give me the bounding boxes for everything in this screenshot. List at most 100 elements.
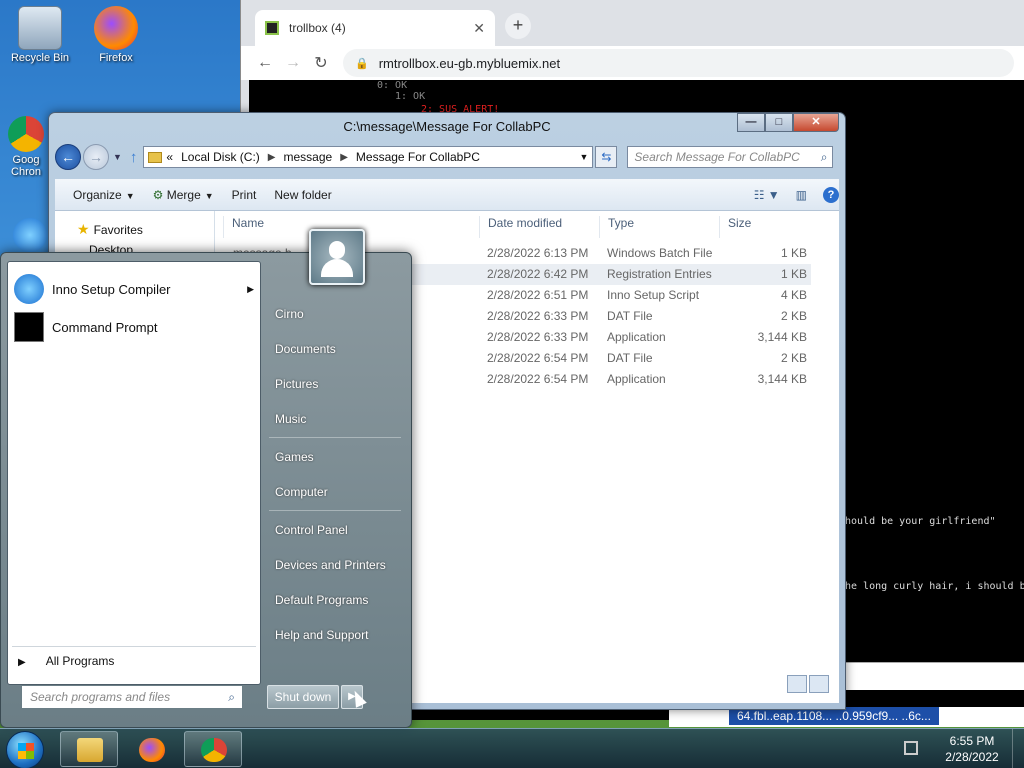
clock-date[interactable]: 2/28/2022	[934, 750, 1010, 764]
address-bar[interactable]: 🔒 rmtrollbox.eu-gb.mybluemix.net	[343, 49, 1014, 77]
taskbar-chrome[interactable]	[184, 731, 242, 767]
tab-trollbox[interactable]: trollbox (4) ✕	[255, 10, 495, 46]
large-icons-view-icon[interactable]	[809, 675, 829, 693]
recent-pages-dropdown-icon[interactable]: ▼	[113, 152, 122, 162]
view-toggle-group	[785, 675, 829, 693]
start-link-default-programs[interactable]: Default Programs	[275, 593, 368, 607]
start-menu: Inno Setup Compiler ▶ Command Prompt ▶ Al…	[0, 229, 412, 728]
start-link-games[interactable]: Games	[275, 450, 314, 464]
inno-setup-icon	[14, 274, 44, 304]
start-link-cirno[interactable]: Cirno	[275, 307, 304, 321]
views-icon[interactable]: ☷ ▼	[754, 188, 780, 202]
desktop-icon-ie[interactable]	[10, 218, 50, 254]
breadcrumb-overflow[interactable]: «	[166, 150, 173, 164]
explorer-title: C:\message\Message For CollabPC	[343, 119, 551, 134]
chat-status-bar: 64.fbl..eap.1108... ..0.959cf9... ..6c..…	[669, 707, 1024, 727]
search-placeholder: Search Message For CollabPC	[634, 150, 800, 164]
explorer-address-bar[interactable]: « Local Disk (C:) ▶ message ▶ Message Fo…	[143, 146, 594, 168]
maximize-button[interactable]: □	[765, 113, 793, 132]
details-view-icon[interactable]	[787, 675, 807, 693]
start-link-help-and-support[interactable]: Help and Support	[275, 628, 368, 642]
url-text: rmtrollbox.eu-gb.mybluemix.net	[378, 55, 561, 71]
address-dropdown-icon[interactable]: ▼	[580, 152, 589, 162]
file-date: 2/28/2022 6:42 PM	[487, 267, 589, 281]
back-button[interactable]: ←	[55, 144, 81, 170]
file-type: Application	[607, 372, 666, 386]
command-prompt-icon	[14, 312, 44, 342]
star-icon: ★	[77, 221, 90, 237]
start-search-input[interactable]: Search programs and files ⌕	[21, 685, 243, 709]
start-link-documents[interactable]: Documents	[275, 342, 336, 356]
explorer-titlebar[interactable]: C:\message\Message For CollabPC — □ ✕	[49, 113, 845, 141]
start-button[interactable]	[6, 731, 44, 768]
search-icon: ⌕	[820, 150, 828, 164]
organize-button[interactable]: Organize ▼	[73, 188, 135, 202]
desktop-icon-firefox[interactable]: Firefox	[78, 6, 154, 64]
column-header-size[interactable]: Size	[719, 216, 799, 238]
file-date: 2/28/2022 6:54 PM	[487, 372, 589, 386]
column-header-date-modified[interactable]: Date modified	[479, 216, 599, 238]
tab-close-icon[interactable]: ✕	[473, 20, 485, 37]
up-arrow-icon[interactable]: ↑	[130, 149, 138, 166]
refresh-button[interactable]: ⇆	[595, 146, 618, 168]
clock-time[interactable]: 6:55 PM	[934, 734, 1010, 748]
start-link-computer[interactable]: Computer	[275, 485, 328, 499]
file-date: 2/28/2022 6:54 PM	[487, 351, 589, 365]
show-desktop-button[interactable]	[1012, 729, 1024, 768]
address-row: ← → ▼ ↑ « Local Disk (C:) ▶ message ▶ Me…	[49, 141, 845, 173]
taskbar-firefox[interactable]	[122, 731, 180, 767]
breadcrumb-local-disk[interactable]: Local Disk (C:)	[181, 150, 260, 164]
submenu-arrow-icon: ▶	[247, 283, 254, 294]
divider	[12, 646, 256, 647]
shutdown-button[interactable]: Shut down	[267, 685, 339, 709]
chrome-icon	[201, 738, 227, 762]
all-programs-button[interactable]: ▶ All Programs	[18, 654, 114, 668]
chat-input[interactable]	[845, 662, 1024, 690]
breadcrumb-separator-icon[interactable]: ▶	[268, 152, 276, 163]
help-icon[interactable]: ?	[823, 186, 839, 203]
nav-item-favorites[interactable]: ★ Favorites	[77, 221, 143, 238]
file-size: 2 KB	[780, 351, 807, 365]
taskbar-explorer[interactable]	[60, 731, 118, 767]
file-date: 2/28/2022 6:33 PM	[487, 309, 589, 323]
start-item-inno-setup-compiler[interactable]: Inno Setup Compiler ▶	[14, 272, 254, 306]
folder-icon	[148, 151, 163, 163]
explorer-search-input[interactable]: Search Message For CollabPC ⌕	[627, 146, 834, 168]
start-item-command-prompt[interactable]: Command Prompt	[14, 310, 254, 344]
breadcrumb-message[interactable]: message	[284, 150, 333, 164]
desktop-icon-label: Goog Chron	[11, 154, 41, 178]
start-link-control-panel[interactable]: Control Panel	[275, 523, 348, 537]
desktop-icon-chrome[interactable]: Goog Chron	[2, 116, 50, 178]
close-button[interactable]: ✕	[793, 113, 839, 132]
start-link-pictures[interactable]: Pictures	[275, 377, 318, 391]
start-link-devices-and-printers[interactable]: Devices and Printers	[275, 558, 386, 572]
new-tab-button[interactable]: +	[505, 13, 531, 39]
file-date: 2/28/2022 6:33 PM	[487, 330, 589, 344]
user-avatar[interactable]	[309, 229, 365, 285]
avatar-shoulders	[321, 259, 353, 277]
start-search-placeholder: Search programs and files	[30, 690, 171, 704]
merge-button[interactable]: ⚙ Merge ▼	[153, 188, 214, 202]
breadcrumb-message-for-collabpc[interactable]: Message For CollabPC	[356, 150, 480, 164]
forward-button[interactable]: →	[83, 144, 109, 170]
nav-label: Favorites	[93, 223, 143, 237]
back-arrow-icon[interactable]: ←	[251, 54, 279, 72]
forward-arrow-icon[interactable]: →	[279, 54, 307, 72]
print-button[interactable]: Print	[232, 188, 257, 202]
breadcrumb-separator-icon[interactable]: ▶	[340, 152, 348, 163]
trollbox-favicon-icon	[265, 21, 279, 35]
desktop-icon-label: Firefox	[99, 52, 133, 64]
column-header-type[interactable]: Type	[599, 216, 719, 238]
minimize-button[interactable]: —	[737, 113, 765, 132]
file-type: Windows Batch File	[607, 246, 713, 260]
preview-pane-icon[interactable]: ▥	[796, 188, 807, 202]
reload-icon[interactable]: ↻	[307, 53, 335, 73]
avatar-head	[329, 241, 345, 259]
merge-icon: ⚙	[152, 187, 164, 202]
desktop-icon-recycle-bin[interactable]: Recycle Bin	[2, 6, 78, 64]
start-link-music[interactable]: Music	[275, 412, 306, 426]
file-type: DAT File	[607, 309, 653, 323]
new-folder-button[interactable]: New folder	[274, 188, 331, 202]
network-icon[interactable]	[904, 741, 918, 755]
start-menu-programs-pane: Inno Setup Compiler ▶ Command Prompt ▶ Al…	[7, 261, 261, 685]
